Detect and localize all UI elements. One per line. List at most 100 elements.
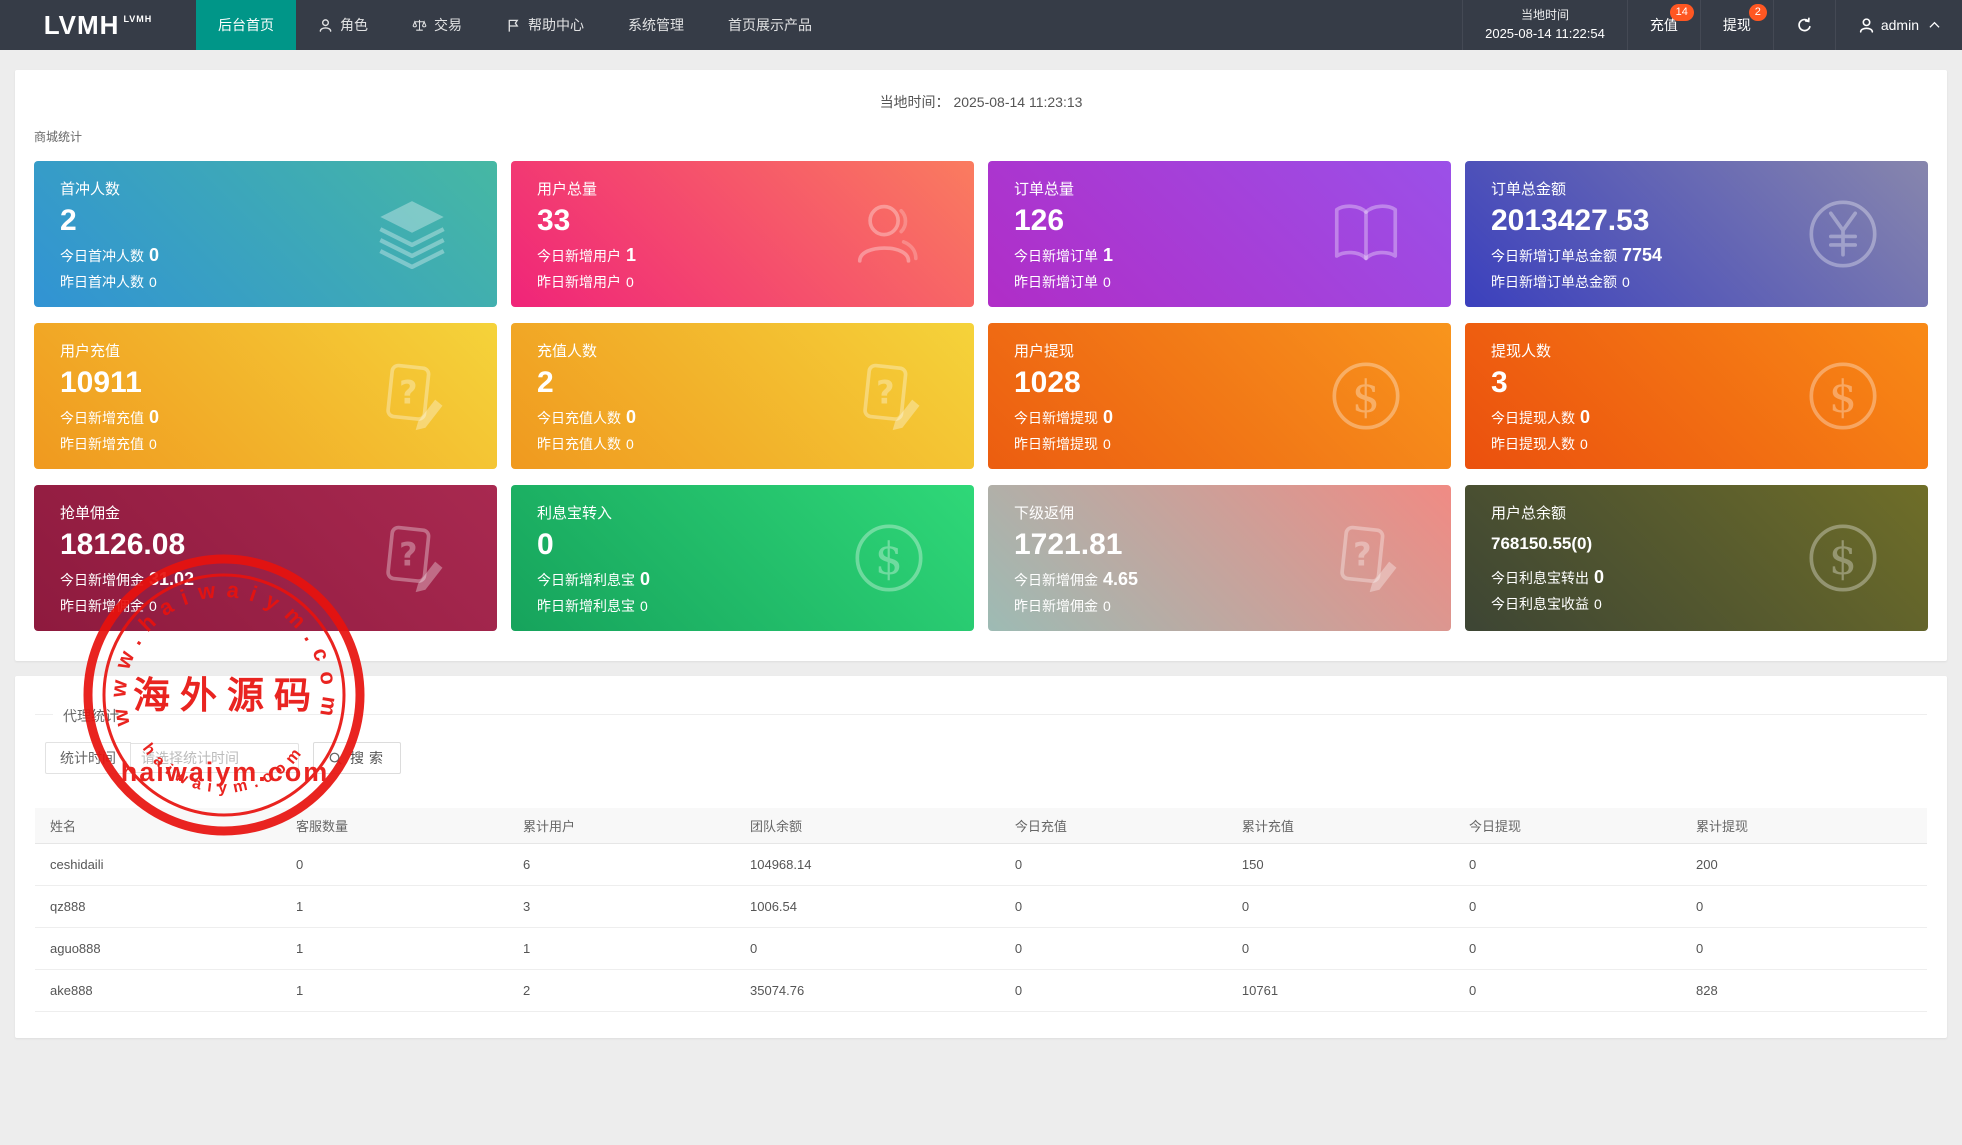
col-name: 姓名 [35, 808, 281, 844]
col-total-users: 累计用户 [507, 808, 736, 844]
nav-item-label: 帮助中心 [528, 17, 584, 33]
stat-card-user-recharge: 用户充值 10911 今日新增充值 0 昨日新增充值 0 ? [34, 323, 497, 469]
person-icon [318, 18, 333, 33]
svg-text:?: ? [876, 375, 894, 411]
card-yesterday-line: 昨日新增提现 0 [1014, 436, 1111, 452]
user-icon [1858, 17, 1875, 34]
card-yesterday-line: 昨日提现人数 0 [1491, 436, 1588, 452]
table-row: ceshidaili 0 6 104968.14 0 150 0 200 [35, 843, 1927, 886]
svg-text:$: $ [1829, 372, 1857, 423]
search-icon [328, 751, 343, 766]
stat-card-total-order-amount: 订单总金额 2013427.53 今日新增订单总金额 7754 昨日新增订单总金额… [1465, 161, 1928, 307]
nav-item-help[interactable]: 帮助中心 [484, 0, 606, 50]
stat-card-first-recharge-users: 首冲人数 2 今日首冲人数 0 昨日首冲人数 0 [34, 161, 497, 307]
stat-card-withdraw-users: 提现人数 3 今日提现人数 0 昨日提现人数 0 $ [1465, 323, 1928, 469]
card-yesterday-line: 昨日新增利息宝 0 [537, 598, 648, 614]
book-icon [1327, 195, 1405, 273]
logo-text: LVMH [43, 9, 120, 40]
user-menu[interactable]: admin [1834, 0, 1962, 50]
stat-time-input[interactable] [131, 743, 299, 773]
flag-icon [506, 18, 521, 33]
nav-item-label: 首页展示产品 [728, 17, 812, 33]
file-question-icon: ? [373, 357, 451, 435]
dollar-circle-icon: $ [1327, 357, 1405, 435]
dollar-circle-icon: $ [850, 519, 928, 597]
svg-text:?: ? [1353, 537, 1371, 573]
svg-text:$: $ [875, 534, 903, 585]
card-yesterday-line: 昨日新增订单总金额 0 [1491, 274, 1630, 290]
users-icon [850, 195, 928, 273]
card-yesterday-line: 昨日首冲人数 0 [60, 274, 157, 290]
svg-text:$: $ [1829, 534, 1857, 585]
stat-card-total-orders: 订单总量 126 今日新增订单 1 昨日新增订单 0 [988, 161, 1451, 307]
col-total-withdraw: 累计提现 [1680, 808, 1927, 844]
local-time: 当地时间 2025-08-14 11:22:54 [1462, 0, 1627, 50]
stat-card-user-withdraw: 用户提现 1028 今日新增提现 0 昨日新增提现 0 $ [988, 323, 1451, 469]
panel-local-time-label: 当地时间： [879, 94, 950, 110]
stat-card-total-user-balance: 用户总余额 768150.55(0) 今日利息宝转出 0 今日利息宝收益 0 $ [1465, 485, 1928, 631]
nav-item-label: 系统管理 [628, 17, 684, 33]
agent-filter-row: 统计时间 搜索 [45, 742, 1927, 774]
local-time-label: 当地时间 [1520, 7, 1569, 22]
mall-stats-panel: 当地时间： 2025-08-14 11:23:13 商城统计 首冲人数 2 今日… [15, 70, 1947, 661]
table-row: aguo888 1 1 0 0 0 0 0 [35, 927, 1927, 970]
refresh-button[interactable] [1772, 0, 1835, 50]
panel-local-time-value: 2025-08-14 11:23:13 [953, 94, 1083, 110]
col-team-balance: 团队余额 [735, 808, 1000, 844]
navbar-right: 当地时间 2025-08-14 11:22:54 充值 14 提现 2 admi… [1462, 0, 1962, 50]
agent-stats-legend: 代理统计 [35, 706, 1927, 726]
nav-item-trade[interactable]: 交易 [390, 0, 484, 50]
recharge-notice-button[interactable]: 充值 14 [1626, 0, 1700, 50]
panel-local-time: 当地时间： 2025-08-14 11:23:13 [34, 84, 1928, 122]
table-header-row: 姓名 客服数量 累计用户 团队余额 今日充值 累计充值 今日提现 累计提现 [35, 808, 1927, 844]
table-row: ake888 1 2 35074.76 0 10761 0 828 [35, 969, 1927, 1012]
layers-icon [373, 195, 451, 273]
col-total-recharge: 累计充值 [1226, 808, 1454, 844]
file-question-icon: ? [850, 357, 928, 435]
scales-icon [412, 18, 427, 33]
nav-item-system[interactable]: 系统管理 [606, 0, 706, 50]
chevron-up-icon [1929, 21, 1940, 29]
card-yesterday-line: 昨日新增订单 0 [1014, 274, 1111, 290]
stat-card-total-users: 用户总量 33 今日新增用户 1 昨日新增用户 0 [511, 161, 974, 307]
card-yesterday-line: 昨日充值人数 0 [537, 436, 634, 452]
file-question-icon: ? [373, 519, 451, 597]
stat-card-interest-transfer-in: 利息宝转入 0 今日新增利息宝 0 昨日新增利息宝 0 $ [511, 485, 974, 631]
table-row: qz888 1 3 1006.54 0 0 0 0 [35, 885, 1927, 928]
col-today-recharge: 今日充值 [999, 808, 1227, 844]
search-button[interactable]: 搜索 [313, 742, 401, 774]
stat-time-label: 统计时间 [45, 742, 131, 774]
recharge-badge: 14 [1669, 4, 1694, 21]
nav-item-roles[interactable]: 角色 [296, 0, 390, 50]
section-title-agent-stats: 代理统计 [53, 706, 129, 726]
dollar-circle-icon: $ [1804, 357, 1882, 435]
card-yesterday-line: 昨日新增佣金 0 [60, 598, 157, 614]
agents-table: 姓名 客服数量 累计用户 团队余额 今日充值 累计充值 今日提现 累计提现 ce… [35, 808, 1927, 1012]
search-button-label: 搜索 [350, 750, 388, 766]
svg-text:?: ? [399, 375, 417, 411]
nav-item-label: 交易 [434, 17, 462, 33]
stat-card-sub-rebate: 下级返佣 1721.81 今日新增佣金 4.65 昨日新增佣金 0 ? [988, 485, 1451, 631]
refresh-icon [1796, 17, 1813, 34]
svg-text:?: ? [399, 537, 417, 573]
top-navbar: LVMH LVMH 后台首页 角色 交易 帮助中心 系统管理 首页展示产品 当地时… [0, 0, 1962, 50]
card-yesterday-line: 昨日新增充值 0 [60, 436, 157, 452]
dollar-circle-icon: $ [1804, 519, 1882, 597]
section-title-mall-stats: 商城统计 [34, 130, 83, 144]
agent-stats-panel: 代理统计 统计时间 搜索 姓名 客服数量 累计用户 团队余额 今日充值 累计充值… [15, 676, 1947, 1038]
nav-item-home-products[interactable]: 首页展示产品 [706, 0, 834, 50]
withdraw-notice-button[interactable]: 提现 2 [1699, 0, 1773, 50]
yen-circle-icon [1804, 195, 1882, 273]
nav-item-label: 后台首页 [218, 17, 274, 33]
local-time-value: 2025-08-14 11:22:54 [1485, 26, 1605, 42]
username-text: admin [1880, 17, 1919, 33]
nav-item-label: 角色 [340, 17, 368, 33]
stat-card-grab-commission: 抢单佣金 18126.08 今日新增佣金 31.02 昨日新增佣金 0 ? [34, 485, 497, 631]
card-yesterday-line: 昨日新增佣金 0 [1014, 598, 1111, 614]
card-yesterday-line: 昨日新增用户 0 [537, 274, 634, 290]
col-service-count: 客服数量 [280, 808, 508, 844]
stat-card-recharge-users: 充值人数 2 今日充值人数 0 昨日充值人数 0 ? [511, 323, 974, 469]
withdraw-label: 提现 [1722, 17, 1751, 33]
svg-text:$: $ [1352, 372, 1380, 423]
nav-item-dashboard[interactable]: 后台首页 [196, 0, 296, 50]
